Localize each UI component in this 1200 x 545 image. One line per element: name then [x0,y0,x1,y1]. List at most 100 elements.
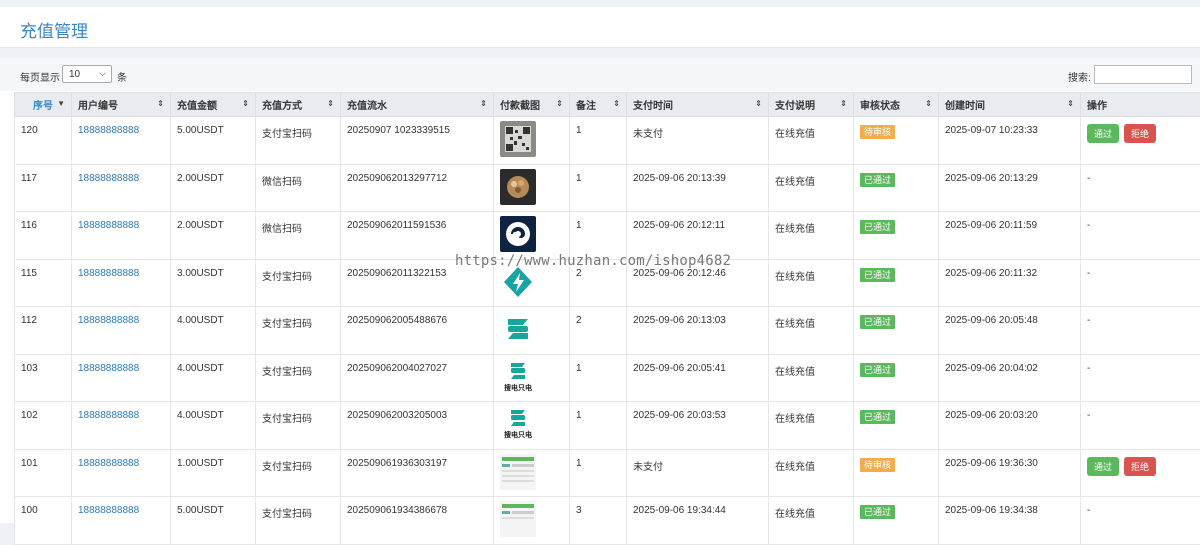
cell-amount: 1.00USDT [171,449,256,497]
cell-user[interactable]: 18888888888 [72,164,171,212]
cell-created: 2025-09-06 20:03:20 [939,402,1081,450]
search-input[interactable] [1094,65,1192,84]
cell-screenshot[interactable] [494,212,570,260]
cell-user[interactable]: 18888888888 [72,354,171,402]
user-link[interactable]: 18888888888 [78,410,139,421]
cell-remark: 1 [570,212,627,260]
table-body: 120188888888885.00USDT支付宝扫码20250907 1023… [15,117,1200,545]
cell-actions: - [1081,402,1200,450]
cell-screenshot[interactable]: 搜电只电 [494,402,570,450]
cell-id: 117 [15,164,72,212]
table-row: 120188888888885.00USDT支付宝扫码20250907 1023… [15,117,1200,165]
user-link[interactable]: 18888888888 [78,458,139,469]
col-header-actions[interactable]: 操作⇕ [1081,93,1200,117]
content-panel: 每页显示 10 ⌵ 条 搜索: 序号▼ 用户编号⇕ 充值金额⇕ 充值方式⇕ 充值… [0,58,1200,523]
cell-status: 待审核 [854,449,939,497]
cell-method: 支付宝扫码 [256,402,341,450]
col-header-screenshot[interactable]: 付款截图⇕ [494,93,570,117]
reject-button[interactable]: 拒绝 [1124,124,1156,143]
col-header-serial[interactable]: 充值流水⇕ [341,93,494,117]
col-header-user[interactable]: 用户编号⇕ [72,93,171,117]
sort-icon: ⇕ [157,99,164,108]
approve-button[interactable]: 通过 [1087,457,1119,476]
search-label: 搜索: [1068,69,1091,84]
cell-status: 已通过 [854,402,939,450]
cell-status: 已通过 [854,164,939,212]
cell-serial: 202509062005488676 [341,307,494,355]
user-link[interactable]: 18888888888 [78,125,139,136]
user-link[interactable]: 18888888888 [78,268,139,279]
sort-icon: ⇕ [925,99,932,108]
cell-method: 微信扫码 [256,164,341,212]
payment-screenshot-thumbnail[interactable] [500,454,563,490]
payment-screenshot-thumbnail[interactable] [500,121,563,157]
col-header-id[interactable]: 序号▼ [15,93,72,117]
cell-screenshot[interactable] [494,307,570,355]
col-header-method[interactable]: 充值方式⇕ [256,93,341,117]
col-header-desc[interactable]: 支付说明⇕ [769,93,854,117]
user-link[interactable]: 18888888888 [78,220,139,231]
cell-id: 100 [15,497,72,545]
reject-button[interactable]: 拒绝 [1124,457,1156,476]
cell-status: 已通过 [854,259,939,307]
cell-id: 120 [15,117,72,165]
col-header-created[interactable]: 创建时间⇕ [939,93,1081,117]
cell-pay-time: 2025-09-06 20:13:03 [627,307,769,355]
payment-screenshot-thumbnail[interactable]: 搜电只电 [500,359,563,395]
status-badge: 已通过 [860,220,895,234]
sort-icon: ⇕ [755,99,762,108]
approve-button[interactable]: 通过 [1087,124,1119,143]
per-page-label: 每页显示 [20,69,60,84]
payment-screenshot-thumbnail[interactable]: 搜电只电 [500,406,563,442]
cell-user[interactable]: 18888888888 [72,212,171,260]
cell-user[interactable]: 18888888888 [72,117,171,165]
user-link[interactable]: 18888888888 [78,363,139,374]
sort-icon: ⇕ [556,99,563,108]
cell-screenshot[interactable] [494,497,570,545]
no-action-text: - [1087,268,1090,279]
cell-created: 2025-09-06 20:05:48 [939,307,1081,355]
cell-screenshot[interactable]: 搜电只电 [494,354,570,402]
cell-created: 2025-09-06 20:04:02 [939,354,1081,402]
payment-screenshot-thumbnail[interactable] [500,216,563,252]
user-link[interactable]: 18888888888 [78,505,139,516]
status-badge: 待审核 [860,458,895,472]
per-page-select[interactable]: 10 ⌵ [62,65,112,83]
col-header-amount[interactable]: 充值金额⇕ [171,93,256,117]
cell-user[interactable]: 18888888888 [72,402,171,450]
cell-pay-time: 2025-09-06 20:13:39 [627,164,769,212]
user-link[interactable]: 18888888888 [78,315,139,326]
cell-method: 支付宝扫码 [256,117,341,165]
payment-screenshot-thumbnail[interactable] [500,311,563,347]
cell-id: 101 [15,449,72,497]
cell-created: 2025-09-06 20:11:32 [939,259,1081,307]
cell-actions: - [1081,164,1200,212]
cell-screenshot[interactable] [494,449,570,497]
cell-amount: 4.00USDT [171,402,256,450]
cell-user[interactable]: 18888888888 [72,497,171,545]
cell-method: 微信扫码 [256,212,341,260]
cell-user[interactable]: 18888888888 [72,449,171,497]
svg-text:搜电只电: 搜电只电 [504,383,532,392]
no-action-text: - [1087,505,1090,516]
status-badge: 已通过 [860,173,895,187]
user-link[interactable]: 18888888888 [78,173,139,184]
cell-id: 116 [15,212,72,260]
no-action-text: - [1087,220,1090,231]
payment-screenshot-thumbnail[interactable] [500,169,563,205]
col-header-pay-time[interactable]: 支付时间⇕ [627,93,769,117]
col-header-remark[interactable]: 备注⇕ [570,93,627,117]
cell-screenshot[interactable] [494,164,570,212]
cell-serial: 202509062011591536 [341,212,494,260]
cell-user[interactable]: 18888888888 [72,259,171,307]
cell-created: 2025-09-07 10:23:33 [939,117,1081,165]
col-header-status[interactable]: 审核状态⇕ [854,93,939,117]
cell-user[interactable]: 18888888888 [72,307,171,355]
cell-screenshot[interactable] [494,117,570,165]
cell-actions: - [1081,354,1200,402]
payment-screenshot-thumbnail[interactable] [500,501,563,537]
status-badge: 已通过 [860,505,895,519]
cell-desc: 在线充值 [769,117,854,165]
cell-method: 支付宝扫码 [256,307,341,355]
cell-amount: 4.00USDT [171,354,256,402]
